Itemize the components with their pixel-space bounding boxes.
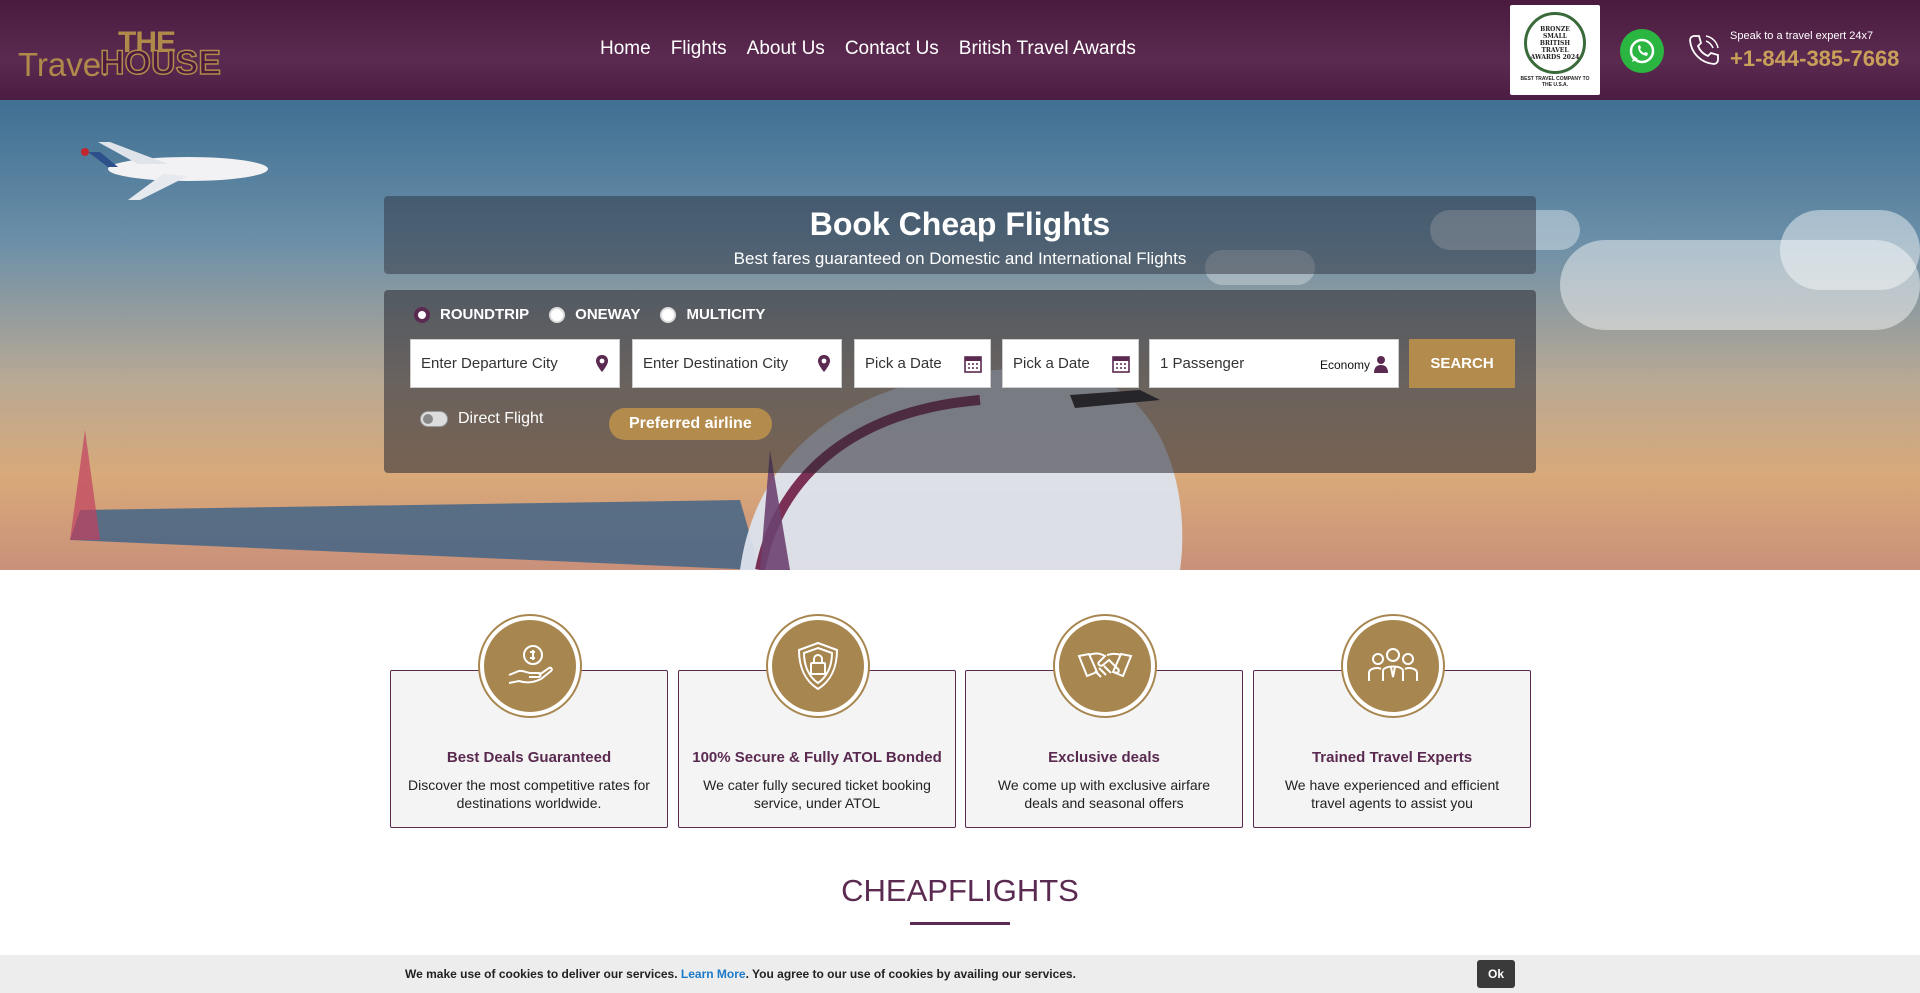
award-subtitle: BEST TRAVEL COMPANY TO THE U.S.A.	[1520, 76, 1590, 88]
award-badge: BRONZE SMALL BRITISH TRAVEL AWARDS 2024 …	[1510, 5, 1600, 95]
feature-title: Exclusive deals	[1048, 749, 1160, 766]
feature-text: We come up with exclusive airfare deals …	[997, 777, 1211, 811]
feature-text: We have experienced and efficient travel…	[1284, 777, 1500, 811]
departure-city-placeholder: Enter Departure City	[421, 355, 558, 372]
feature-text: We cater fully secured ticket booking se…	[703, 777, 931, 811]
phone-label: Speak to a travel expert 24x7	[1730, 30, 1874, 42]
radio-oneway[interactable]: ONEWAY	[549, 306, 640, 323]
cloud-shape	[1780, 210, 1920, 290]
cookie-ok-button[interactable]: Ok	[1477, 960, 1515, 988]
radio-selected-icon	[414, 306, 430, 323]
calendar-icon	[964, 356, 982, 373]
radio-unselected-icon	[549, 306, 566, 323]
calendar-icon	[1112, 356, 1130, 373]
feature-icon-badge	[1343, 616, 1443, 716]
passenger-count: 1 Passenger	[1160, 355, 1245, 372]
departure-date-placeholder: Pick a Date	[865, 355, 942, 372]
feature-icon-badge	[1055, 616, 1155, 716]
return-date-placeholder: Pick a Date	[1013, 355, 1090, 372]
feature-title: Best Deals Guaranteed	[446, 749, 612, 766]
main-nav: Home Flights About Us Contact Us British…	[600, 38, 1156, 60]
hero-title-panel: Book Cheap Flights Best fares guaranteed…	[384, 196, 1536, 274]
passenger-select[interactable]: 1 Passenger Economy	[1149, 339, 1399, 388]
hero-title: Book Cheap Flights	[809, 206, 1111, 242]
handshake-icon	[1077, 652, 1133, 678]
feature-card-exclusive: Exclusive deals We come up with exclusiv…	[965, 616, 1243, 828]
phone-number[interactable]: +1-844-385-7668	[1730, 46, 1899, 72]
logo-house: HOUSE	[99, 43, 221, 83]
return-date-input[interactable]: Pick a Date	[1002, 339, 1139, 388]
map-pin-icon	[596, 355, 608, 372]
cabin-class: Economy	[1319, 358, 1370, 372]
destination-city-placeholder: Enter Destination City	[643, 355, 789, 372]
search-button[interactable]: SEARCH	[1409, 339, 1515, 388]
site-header: THE Travel HOUSE Home Flights About Us C…	[0, 0, 1920, 100]
cookie-banner: We make use of cookies to deliver our se…	[0, 955, 1920, 993]
award-title: BRONZE SMALL BRITISH TRAVEL AWARDS 2024	[1530, 25, 1580, 61]
cookie-text-after: . You agree to our use of cookies by ava…	[745, 967, 1076, 981]
radio-unselected-icon	[660, 306, 677, 323]
radio-roundtrip-label: ROUNDTRIP	[440, 306, 530, 323]
feature-card-experts: Trained Travel Experts We have experienc…	[1253, 616, 1531, 828]
feature-title: Trained Travel Experts	[1311, 749, 1473, 766]
nav-flights[interactable]: Flights	[671, 38, 727, 60]
nav-home[interactable]: Home	[600, 38, 651, 60]
radio-multicity-label: MULTICITY	[686, 306, 766, 323]
user-icon	[1374, 356, 1388, 373]
flight-search-form: ROUNDTRIP ONEWAY MULTICITY Enter Departu…	[384, 290, 1536, 473]
feature-card-secure: 100% Secure & Fully ATOL Bonded We cater…	[678, 616, 956, 828]
cookie-text: We make use of cookies to deliver our se…	[405, 967, 1076, 981]
departure-city-input[interactable]: Enter Departure City	[410, 339, 620, 388]
nav-contact-us[interactable]: Contact Us	[845, 38, 939, 60]
hero-banner: Book Cheap Flights Best fares guaranteed…	[0, 100, 1920, 570]
preferred-airline-button[interactable]: Preferred airline	[609, 408, 772, 440]
direct-flight-toggle[interactable]: Direct Flight	[420, 410, 543, 428]
hand-money-icon	[508, 645, 553, 684]
cookie-text-before: We make use of cookies to deliver our se…	[405, 967, 681, 981]
nav-about-us[interactable]: About Us	[747, 38, 825, 60]
shield-lock-icon	[797, 641, 839, 691]
section-underline	[910, 922, 1010, 925]
hero-subtitle: Best fares guaranteed on Domestic and In…	[733, 249, 1187, 268]
learn-more-link[interactable]: Learn More	[681, 967, 746, 981]
section-title: CHEAPFLIGHTS	[841, 873, 1079, 908]
phone-icon[interactable]	[1684, 30, 1724, 70]
departure-date-input[interactable]: Pick a Date	[854, 339, 991, 388]
team-icon	[1368, 648, 1418, 681]
whatsapp-button[interactable]	[1620, 29, 1664, 73]
award-laurel-icon: BRONZE SMALL BRITISH TRAVEL AWARDS 2024	[1524, 12, 1586, 74]
feature-text: Discover the most competitive rates for …	[408, 777, 650, 811]
radio-roundtrip[interactable]: ROUNDTRIP	[414, 306, 529, 323]
feature-icon-badge	[768, 616, 868, 716]
airplane-small-image	[81, 142, 268, 200]
direct-flight-label: Direct Flight	[458, 410, 544, 427]
feature-card-best-deals: Best Deals Guaranteed Discover the most …	[390, 616, 668, 828]
site-logo[interactable]: THE Travel HOUSE	[18, 26, 224, 83]
feature-title: 100% Secure & Fully ATOL Bonded	[692, 749, 942, 766]
nav-british-travel-awards[interactable]: British Travel Awards	[959, 38, 1136, 60]
trip-type-group: ROUNDTRIP ONEWAY MULTICITY	[414, 306, 765, 323]
whatsapp-icon	[1629, 38, 1655, 64]
toggle-switch-icon	[420, 411, 448, 427]
destination-city-input[interactable]: Enter Destination City	[632, 339, 842, 388]
feature-icon-badge	[480, 616, 580, 716]
radio-multicity[interactable]: MULTICITY	[660, 306, 765, 323]
radio-oneway-label: ONEWAY	[575, 306, 641, 323]
logo-travel: Travel	[18, 46, 109, 83]
map-pin-icon	[818, 355, 830, 372]
